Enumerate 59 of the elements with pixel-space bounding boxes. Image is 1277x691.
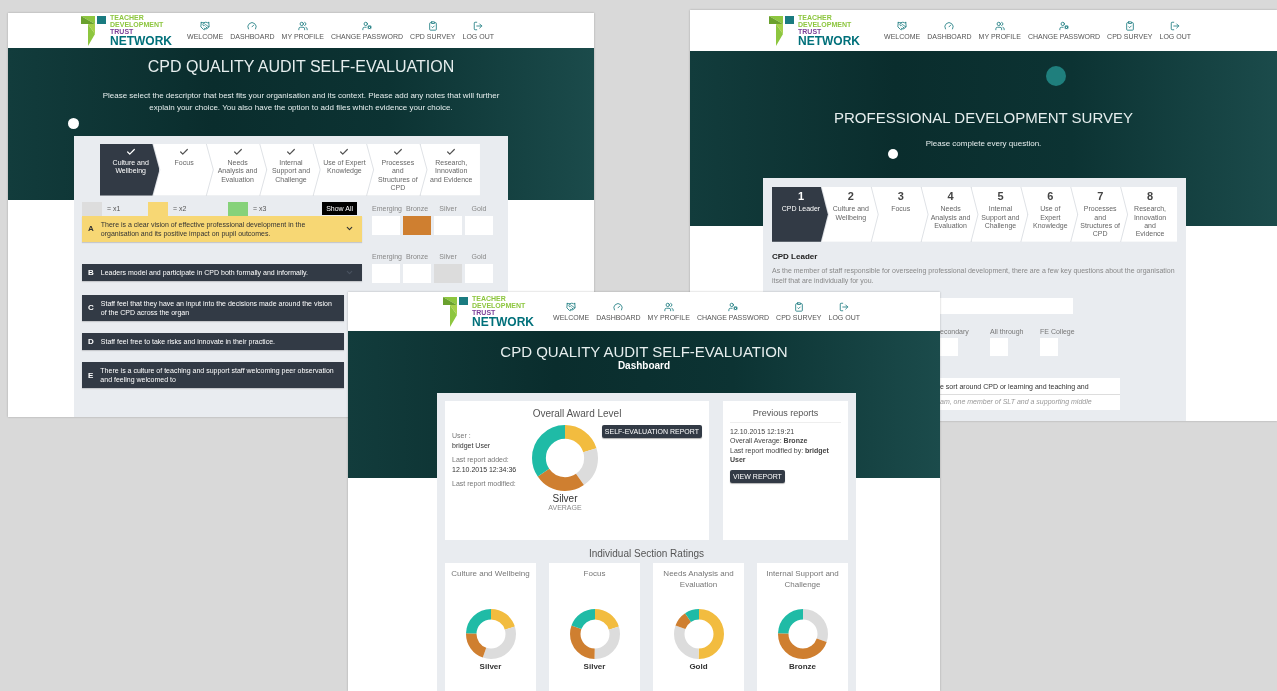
user-gear-icon [728,302,738,312]
dot-icon [1046,66,1066,86]
card-title: Focus [583,569,606,580]
handshake-icon [897,21,908,31]
donut-chart-drawing [465,609,516,659]
section-heading: CPD Leader [772,251,819,261]
logo-icon [81,15,107,46]
page-title: CPD QUALITY AUDIT SELF-EVALUATION [147,58,455,76]
user-gear-icon [362,21,372,31]
log-out-icon [473,21,484,31]
rating-label: Silver [583,662,606,671]
clipboard-icon [793,302,804,312]
logo-text: NETWORK [798,35,860,47]
clipboard-icon [1124,21,1135,31]
donut-chart-drawing [777,609,828,659]
logo-icon [769,15,795,46]
intro-text: Please select the descriptor that best fits your organisation and its context. Please add any notes that will further explain your choice. You also have the option to add files which evidence your choice. [101,90,501,114]
descriptor-letter: A [88,224,94,234]
handshake-icon [200,21,211,31]
handshake-icon [566,302,577,312]
descriptor-letter: C [88,303,94,313]
descriptor-letter: B [88,267,94,277]
dot-icon [888,149,898,159]
page-title: PROFESSIONAL DEVELOPMENT SURVEY [834,109,1133,126]
rating-label: Bronze [788,662,817,671]
checkbox[interactable] [940,338,958,357]
card-title: Overall Award Level [531,408,623,419]
user-gear-icon [1059,21,1069,31]
page-subtitle: Dashboard [617,360,671,371]
gauge-icon [247,21,258,31]
users-icon [297,21,308,31]
rating-label: Silver [479,662,502,671]
logo-text: NETWORK [472,316,534,328]
gauge-icon [613,302,624,312]
gauge-icon [944,21,955,31]
donut-chart-drawing [532,425,598,491]
descriptor-letter: D [88,337,94,346]
users-icon [994,21,1005,31]
input-field[interactable] [940,298,1073,315]
dot-icon [68,118,79,129]
card-title: Needs Analysis and Evaluation [662,569,735,591]
rating-label: Gold [689,662,708,671]
log-out-icon [1170,21,1181,31]
log-out-icon [839,302,850,312]
users-icon [663,302,674,312]
level-option[interactable] [403,215,431,235]
card-title: Culture and Wellbeing [451,569,530,580]
page-subtitle: Please complete every question. [924,138,1043,150]
clipboard-icon [427,21,438,31]
donut-chart-drawing [569,609,620,659]
descriptor-letter: E [88,370,94,380]
page-title: CPD QUALITY AUDIT SELF-EVALUATION [500,343,788,360]
award-level: Silver [552,493,578,504]
card-title: Previous reports [751,408,820,418]
logo-icon [443,296,469,327]
section-heading: Individual Section Ratings [587,548,706,559]
logo-text: NETWORK [110,35,172,47]
donut-chart-drawing [673,609,724,659]
card-title: Internal Support and Challenge [765,569,840,591]
